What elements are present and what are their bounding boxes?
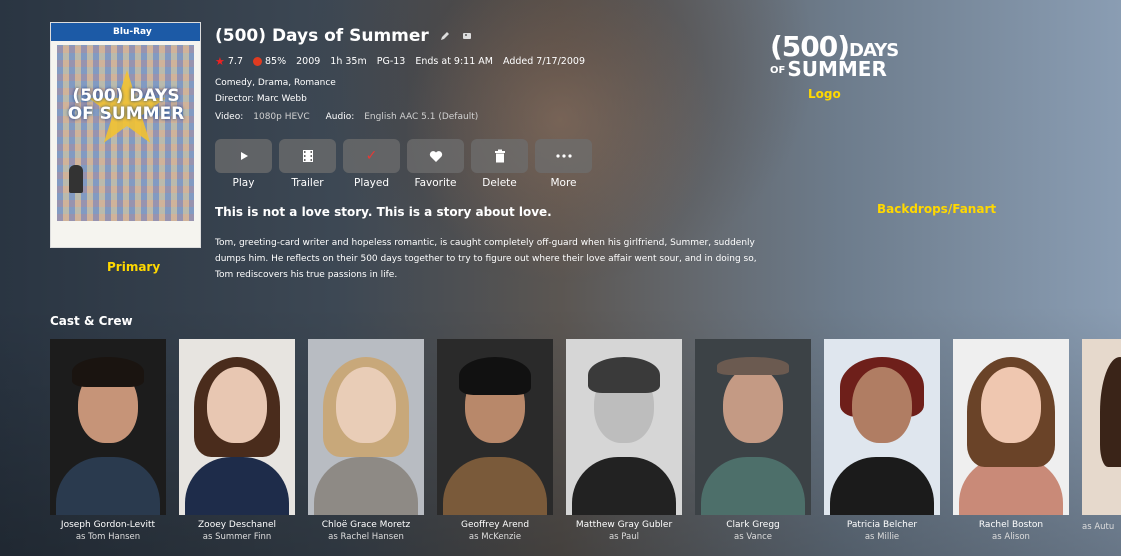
cast-name: Chloë Grace Moretz [321, 520, 411, 530]
metadata-row: ★ 7.7 85% 2009 1h 35m PG-13 Ends at 9:11… [215, 55, 585, 68]
cast-list: Joseph Gordon-Levitt as Tom Hansen Zooey… [50, 339, 1121, 542]
cast-role: as Millie [864, 532, 900, 542]
primary-poster[interactable]: Blu-Ray (500) DAYS OF SUMMER [50, 22, 201, 248]
more-label: More [550, 177, 577, 189]
cast-card[interactable]: as Autu [1082, 339, 1121, 542]
cast-card[interactable]: Joseph Gordon-Levitt as Tom Hansen [50, 339, 166, 542]
cast-role: as Vance [734, 532, 772, 542]
favorite-label: Favorite [414, 177, 457, 189]
poster-footer [51, 223, 200, 247]
edit-icon[interactable] [439, 30, 451, 42]
cast-name: Matthew Gray Gubler [575, 520, 673, 530]
cast-name: Clark Gregg [726, 520, 780, 530]
favorite-button[interactable]: Favorite [407, 139, 464, 189]
overview: Tom, greeting-card writer and hopeless r… [215, 238, 757, 280]
rating-value: 7.7 [227, 56, 243, 67]
cast-card[interactable]: Chloë Grace Moretz as Rachel Hansen [308, 339, 424, 542]
cast-name: Patricia Belcher [846, 520, 918, 530]
cast-card[interactable]: Clark Gregg as Vance [695, 339, 811, 542]
community-rating: ★ 7.7 [215, 55, 243, 68]
cast-card[interactable]: Geoffrey Arend as McKenzie [437, 339, 553, 542]
poster-title: (500) DAYS OF SUMMER [67, 86, 185, 124]
tomato-icon [252, 57, 262, 66]
cast-photo [308, 339, 424, 515]
cast-section-title: Cast & Crew [50, 314, 133, 328]
star-icon: ★ [215, 55, 225, 68]
cast-card[interactable]: Patricia Belcher as Millie [824, 339, 940, 542]
video-value: 1080p HEVC [253, 112, 310, 122]
play-label: Play [232, 177, 255, 189]
cast-name: Rachel Boston [978, 520, 1044, 530]
more-icon [535, 139, 592, 173]
film-icon [279, 139, 336, 173]
logo-annotation: Logo [808, 87, 841, 101]
play-icon [215, 139, 272, 173]
cast-photo [566, 339, 682, 515]
cast-card[interactable]: Zooey Deschanel as Summer Finn [179, 339, 295, 542]
cast-photo [437, 339, 553, 515]
media-info: Video: 1080p HEVC Audio: English AAC 5.1… [215, 112, 478, 122]
delete-label: Delete [482, 177, 517, 189]
logo-of: OF [770, 64, 786, 76]
cast-name: Zooey Deschanel [198, 520, 276, 530]
cast-photo [824, 339, 940, 515]
poster-figure [69, 165, 83, 193]
check-icon: ✓ [343, 139, 400, 173]
action-buttons: Play Trailer ✓ Played Favorite Delete Mo… [215, 139, 592, 189]
certification: PG-13 [376, 56, 406, 67]
cast-photo [953, 339, 1069, 515]
image-icon[interactable] [461, 30, 473, 42]
tagline: This is not a love story. This is a stor… [215, 205, 552, 219]
played-button[interactable]: ✓ Played [343, 139, 400, 189]
cast-role: as Autu [1082, 522, 1115, 532]
primary-annotation: Primary [107, 260, 161, 274]
director[interactable]: Director: Marc Webb [215, 94, 307, 104]
cast-role: as Tom Hansen [75, 532, 141, 542]
cast-name: Geoffrey Arend [460, 520, 530, 530]
audio-label: Audio: [325, 112, 355, 122]
cast-card[interactable]: Matthew Gray Gubler as Paul [566, 339, 682, 542]
backdrop-annotation: Backdrops/Fanart [877, 202, 997, 216]
genres[interactable]: Comedy, Drama, Romance [215, 78, 336, 88]
cast-photo [179, 339, 295, 515]
heart-icon [407, 139, 464, 173]
year: 2009 [296, 56, 321, 67]
cast-role: as Rachel Hansen [328, 532, 404, 542]
cast-photo [1082, 339, 1121, 515]
cast-photo [50, 339, 166, 515]
ends-at: Ends at 9:11 AM [415, 56, 493, 67]
cast-role: as Paul [608, 532, 640, 542]
video-label: Video: [215, 112, 244, 122]
cast-role: as Alison [992, 532, 1030, 542]
more-button[interactable]: More [535, 139, 592, 189]
movie-logo: (500)DAYS OF SUMMER [770, 33, 899, 81]
play-button[interactable]: Play [215, 139, 272, 189]
trash-icon [471, 139, 528, 173]
critic-value: 85% [264, 56, 287, 67]
movie-title: (500) Days of Summer [215, 26, 429, 46]
cast-card[interactable]: Rachel Boston as Alison [953, 339, 1069, 542]
played-label: Played [353, 177, 390, 189]
title-row: (500) Days of Summer [215, 26, 473, 46]
bluray-badge: Blu-Ray [51, 23, 200, 41]
delete-button[interactable]: Delete [471, 139, 528, 189]
poster-artwork [57, 45, 194, 221]
critic-rating: 85% [252, 56, 287, 67]
cast-role: as Summer Finn [202, 532, 272, 542]
audio-value: English AAC 5.1 (Default) [364, 112, 479, 122]
runtime: 1h 35m [330, 56, 367, 67]
trailer-button[interactable]: Trailer [279, 139, 336, 189]
date-added: Added 7/17/2009 [502, 56, 585, 67]
trailer-label: Trailer [291, 177, 324, 189]
cast-photo [695, 339, 811, 515]
logo-summer: SUMMER [787, 57, 887, 81]
cast-name: Joseph Gordon-Levitt [60, 520, 156, 530]
cast-role: as McKenzie [468, 532, 522, 542]
